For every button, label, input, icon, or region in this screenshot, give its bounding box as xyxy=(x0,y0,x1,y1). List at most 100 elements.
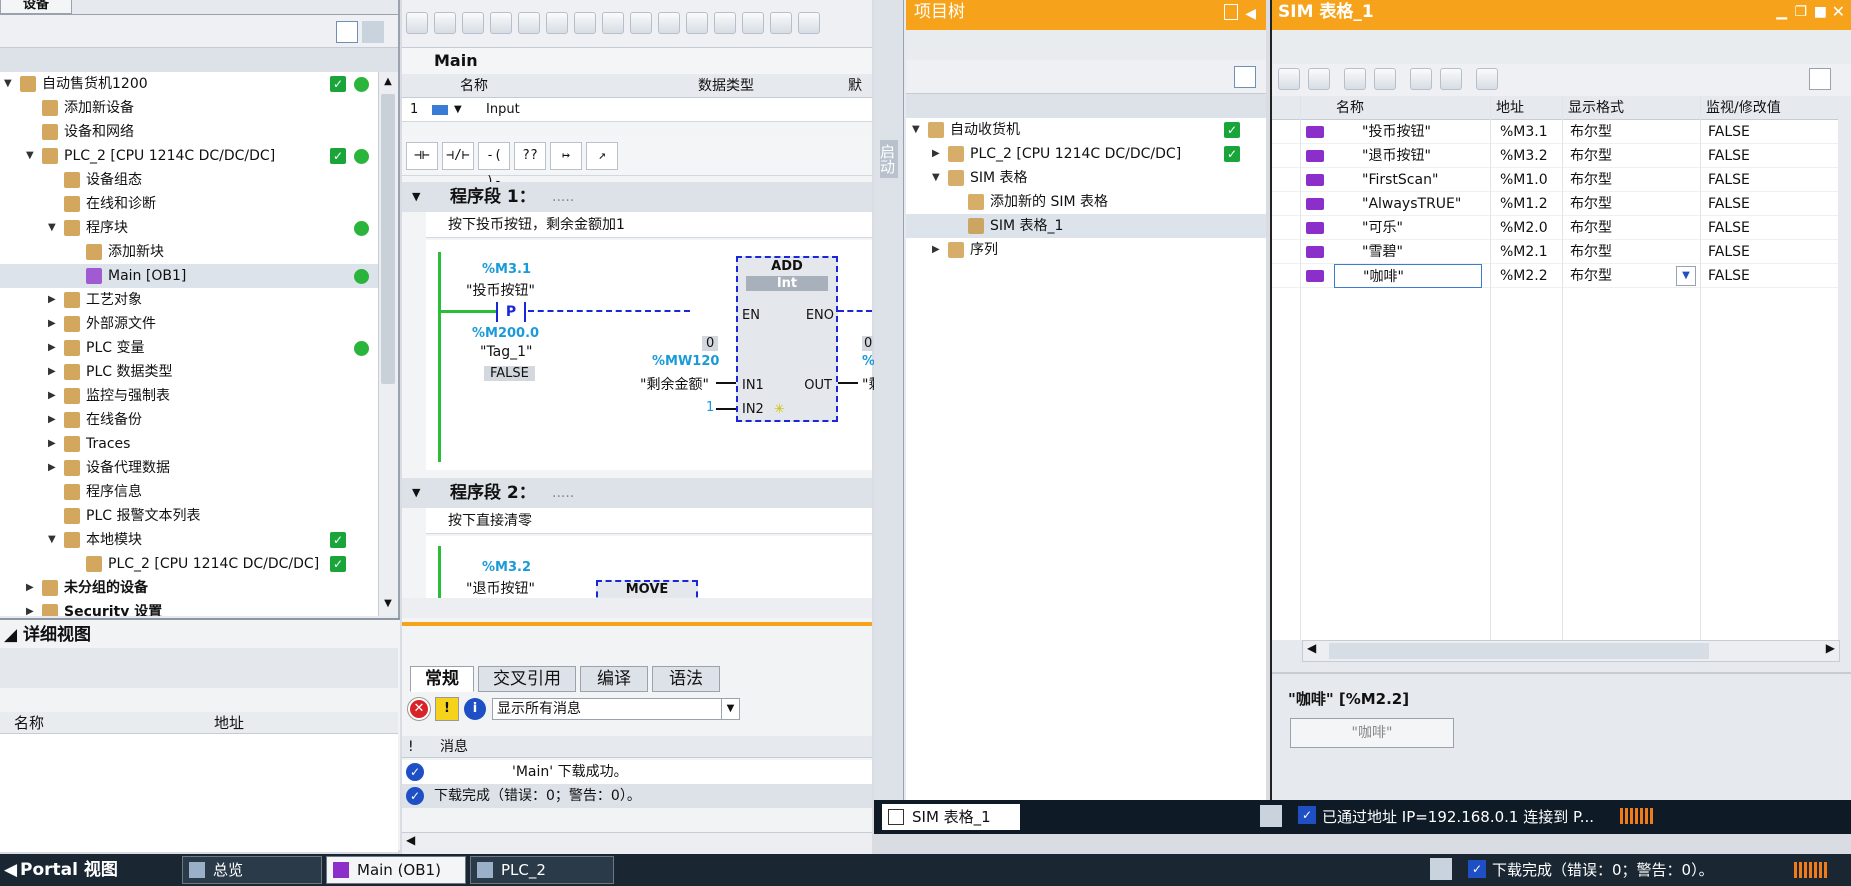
expanded-arrow-icon[interactable]: ▼ xyxy=(26,144,36,168)
expanded-arrow-icon[interactable]: ▼ xyxy=(912,118,922,142)
inspector-tab[interactable]: 编译 xyxy=(580,666,648,692)
restore-icon[interactable]: ❐ xyxy=(1794,0,1807,24)
inspector-tab[interactable]: 常规 xyxy=(410,666,474,692)
expanded-arrow-icon[interactable]: ▼ xyxy=(48,528,58,552)
close-icon[interactable]: ✕ xyxy=(1832,0,1845,24)
project-tree-item[interactable]: ▼ 自动收货机 ✓ xyxy=(906,118,1266,142)
project-tree-item[interactable]: ▶ PLC_2 [CPU 1214C DC/DC/DC] ✓ xyxy=(906,142,1266,166)
toolbar-button[interactable] xyxy=(1308,68,1330,90)
sim-format-cell[interactable]: 布尔型 xyxy=(1570,144,1612,168)
expanded-arrow-icon[interactable]: ▼ xyxy=(932,166,942,190)
toolbar-button[interactable] xyxy=(1440,68,1462,90)
project-tree-item[interactable]: 添加新的 SIM 表格 xyxy=(906,190,1266,214)
tree-item[interactable]: ▶ Security 设置 xyxy=(0,600,378,616)
sim-address-cell[interactable]: %M3.2 xyxy=(1500,144,1548,168)
device-icon[interactable] xyxy=(1430,858,1452,880)
tree-item[interactable]: ▶ 设备代理数据 xyxy=(0,456,378,480)
sim-row[interactable]: "可乐" %M2.0 布尔型 FALSE xyxy=(1272,216,1838,240)
sim-name-cell[interactable]: "雪碧" xyxy=(1362,240,1403,264)
scroll-left-icon[interactable]: ◀ xyxy=(406,833,415,847)
toolbar-button[interactable] xyxy=(686,12,708,34)
expand-icon[interactable]: ▼ xyxy=(454,98,462,122)
collapsed-arrow-icon[interactable]: ▶ xyxy=(48,384,58,408)
expanded-arrow-icon[interactable]: ▼ xyxy=(48,216,58,240)
sim-hscroll[interactable]: ◀ ▶ xyxy=(1302,640,1840,662)
col-type[interactable]: 数据类型 xyxy=(698,74,754,98)
sim-address-cell[interactable]: %M1.0 xyxy=(1500,168,1548,192)
sim-row[interactable]: "投币按钮" %M3.1 布尔型 FALSE xyxy=(1272,120,1838,144)
sim-row[interactable]: "咖啡" %M2.2 布尔型 FALSE ▼ xyxy=(1272,264,1838,288)
sim-address-cell[interactable]: %M3.1 xyxy=(1500,120,1548,144)
project-tree-item[interactable]: ▶ 序列 xyxy=(906,238,1266,262)
collapse-icon[interactable]: ▼ xyxy=(412,478,420,508)
sim-format-cell[interactable]: 布尔型 xyxy=(1570,168,1612,192)
detail-col-address[interactable]: 地址 xyxy=(214,712,244,734)
sim-value-cell[interactable]: FALSE xyxy=(1708,264,1750,288)
collapsed-arrow-icon[interactable]: ▶ xyxy=(48,360,58,384)
toolbar-button[interactable] xyxy=(602,12,624,34)
network-view-icon[interactable] xyxy=(362,21,384,43)
sim-value-cell[interactable]: FALSE xyxy=(1708,192,1750,216)
device-icon[interactable] xyxy=(1260,805,1282,827)
toolbar-button[interactable] xyxy=(658,12,680,34)
ladder-element-button[interactable]: ⊣/⊢ xyxy=(442,142,474,170)
message-filter-select[interactable]: 显示所有消息 ▼ xyxy=(492,698,740,720)
sim-editor-tab[interactable]: SIM 表格_1 xyxy=(882,804,1020,830)
sim-value-cell[interactable]: FALSE xyxy=(1708,240,1750,264)
collapsed-arrow-icon[interactable]: ▶ xyxy=(48,336,58,360)
sim-name-cell[interactable]: "AlwaysTRUE" xyxy=(1362,192,1461,216)
message-hscroll[interactable]: ◀ xyxy=(402,832,872,854)
col-name[interactable]: 名称 xyxy=(460,74,488,98)
p-trigger-contact[interactable]: P xyxy=(496,302,526,322)
toolbar-button[interactable] xyxy=(714,12,736,34)
network-2-header[interactable]: ▼ 程序段 2： ..... xyxy=(402,478,872,508)
tree-item[interactable]: ▶ PLC 数据类型 xyxy=(0,360,378,384)
tree-item[interactable]: PLC_2 [CPU 1214C DC/DC/DC] ✓ xyxy=(0,552,378,576)
pin-icon[interactable] xyxy=(1224,4,1238,20)
expanded-arrow-icon[interactable]: ▼ xyxy=(4,72,14,96)
toolbar-button[interactable] xyxy=(406,12,428,34)
vertical-side-tab[interactable]: 启动 xyxy=(874,0,904,800)
chevron-down-icon[interactable]: ▼ xyxy=(1676,266,1696,286)
ladder-element-button[interactable]: ↗ xyxy=(586,142,618,170)
sim-row[interactable]: "雪碧" %M2.1 布尔型 FALSE xyxy=(1272,240,1838,264)
split-view-icon[interactable] xyxy=(1809,68,1831,90)
toolbar-button[interactable] xyxy=(1410,68,1432,90)
tree-item[interactable]: ▶ 监控与强制表 xyxy=(0,384,378,408)
sim-format-cell[interactable]: 布尔型 xyxy=(1570,216,1612,240)
tree-item[interactable]: 在线和诊断 xyxy=(0,192,378,216)
tree-item[interactable]: ▶ 工艺对象 xyxy=(0,288,378,312)
tree-item[interactable]: 添加新块 xyxy=(0,240,378,264)
toolbar-button[interactable] xyxy=(490,12,512,34)
detail-col-name[interactable]: 名称 xyxy=(14,712,44,734)
toolbar-button[interactable] xyxy=(574,12,596,34)
collapsed-arrow-icon[interactable]: ▶ xyxy=(48,288,58,312)
toolbar-button[interactable] xyxy=(462,12,484,34)
tree-item[interactable]: ▶ 未分组的设备 xyxy=(0,576,378,600)
toolbar-button[interactable] xyxy=(770,12,792,34)
sim-format-cell[interactable]: 布尔型 xyxy=(1570,192,1612,216)
scroll-thumb[interactable] xyxy=(1329,643,1709,659)
ladder-element-button[interactable]: -( )- xyxy=(478,142,510,189)
scroll-down-icon[interactable]: ▼ xyxy=(381,598,395,612)
sim-value-cell[interactable]: FALSE xyxy=(1708,216,1750,240)
toolbar-button[interactable] xyxy=(1344,68,1366,90)
add-box[interactable]: ADD Int EN ENO IN1 OUT IN2 ✳ xyxy=(736,256,838,422)
message-row[interactable]: ✓ 下载完成（错误：0；警告：0）。 xyxy=(402,784,872,808)
inspector-tab[interactable]: 交叉引用 xyxy=(478,666,576,692)
tree-scrollbar[interactable]: ▲ ▼ xyxy=(378,72,398,616)
sim-value-cell[interactable]: FALSE xyxy=(1708,120,1750,144)
collapsed-arrow-icon[interactable]: ▶ xyxy=(932,142,942,166)
minimize-icon[interactable]: ▁ xyxy=(1776,0,1787,24)
sim-row[interactable]: "AlwaysTRUE" %M1.2 布尔型 FALSE xyxy=(1272,192,1838,216)
sim-row[interactable]: "退币按钮" %M3.2 布尔型 FALSE xyxy=(1272,144,1838,168)
scroll-right-icon[interactable]: ▶ xyxy=(1826,641,1835,655)
network-1-comment[interactable]: 按下投币按钮，剩余金额加1 xyxy=(426,212,872,238)
sim-name-cell[interactable]: "FirstScan" xyxy=(1362,168,1438,192)
sim-name-cell[interactable]: "咖啡" xyxy=(1334,264,1482,288)
collapse-icon[interactable]: ▼ xyxy=(412,182,420,212)
portal-view-button[interactable]: ◀ Portal 视图 xyxy=(0,854,170,886)
scroll-left-icon[interactable]: ◀ xyxy=(1307,641,1316,655)
collapse-left-icon[interactable]: ◀ xyxy=(1245,2,1256,26)
sim-address-cell[interactable]: %M2.1 xyxy=(1500,240,1548,264)
